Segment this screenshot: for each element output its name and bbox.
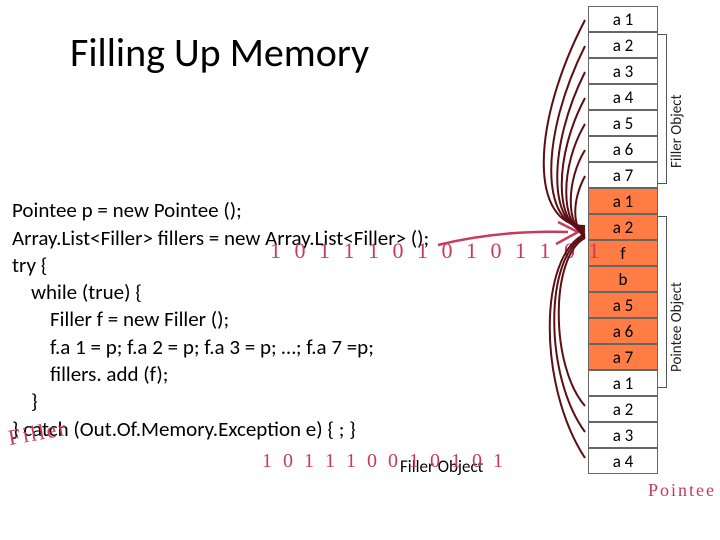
code-line: Filler f = new Filler (); <box>12 306 229 332</box>
brace-icon <box>658 216 667 388</box>
code-line: try { <box>12 252 47 278</box>
code-line: } <box>12 388 38 414</box>
handwritten-bits: 1 0 1 1 1 0 0 1 0 1 0 1 <box>262 450 506 473</box>
filler-object-label: Filler Object <box>668 38 686 168</box>
code-line: f.a 1 = p; f.a 2 = p; f.a 3 = p; …; f.a … <box>12 334 374 360</box>
code-line: Pointee p = new Pointee (); <box>12 197 242 223</box>
brace-icon <box>658 34 667 184</box>
pointer-curves-icon <box>540 6 600 526</box>
code-line: while (true) { <box>12 279 142 305</box>
code-line: fillers. add (f); <box>12 361 168 387</box>
pointee-object-label: Pointee Object <box>668 242 686 372</box>
page-title: Filling Up Memory <box>70 28 369 77</box>
handwritten-pointee: Pointee <box>648 480 716 501</box>
code-block: Pointee p = new Pointee (); Array.List<F… <box>12 170 429 443</box>
